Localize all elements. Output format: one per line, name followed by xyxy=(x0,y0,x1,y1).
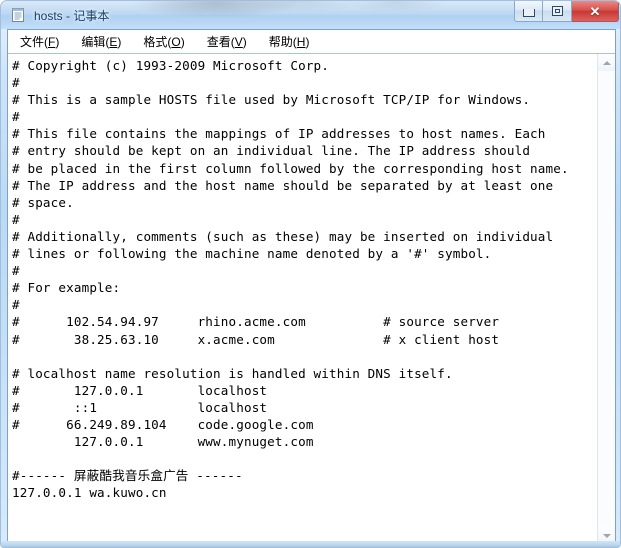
scroll-up-button[interactable] xyxy=(598,54,615,71)
menu-item-format-label: 格式 xyxy=(143,34,168,49)
menu-item-view-label: 查看 xyxy=(206,34,231,49)
menu-item-format-accel: O xyxy=(171,34,181,49)
vertical-scrollbar[interactable] xyxy=(597,54,615,542)
menu-item-help-accel: H xyxy=(296,34,306,49)
menu-item-help[interactable]: 帮助(H) xyxy=(267,32,312,51)
text-editor[interactable]: # Copyright (c) 1993-2009 Microsoft Corp… xyxy=(8,54,597,542)
window-title: hosts - 记事本 xyxy=(34,8,110,23)
menu-item-edit-accel: E xyxy=(109,34,118,49)
scrollbar-track[interactable] xyxy=(598,71,615,527)
menu-item-file-accel: F xyxy=(48,34,56,49)
scroll-down-arrow-icon xyxy=(602,533,611,538)
menu-item-view-accel: V xyxy=(234,34,243,49)
restore-icon xyxy=(551,6,563,16)
window-client-area: 文件(F) 编辑(E) 格式(O) 查看(V) 帮助(H) # Copyrigh… xyxy=(7,29,616,543)
maximize-restore-button[interactable] xyxy=(543,1,572,22)
editor-region: # Copyright (c) 1993-2009 Microsoft Corp… xyxy=(8,53,615,542)
notepad-window: hosts - 记事本 ✕ 文件(F) 编辑(E) 格式(O) 查看(V) 帮助… xyxy=(0,0,621,548)
window-frame-bottom xyxy=(1,541,620,547)
menu-item-file[interactable]: 文件(F) xyxy=(18,32,61,51)
menu-item-help-label: 帮助 xyxy=(268,34,293,49)
menu-item-edit-label: 编辑 xyxy=(81,34,106,49)
scroll-up-arrow-icon xyxy=(602,60,611,65)
close-icon: ✕ xyxy=(589,3,601,19)
menu-item-edit[interactable]: 编辑(E) xyxy=(79,32,123,51)
menu-item-format[interactable]: 格式(O) xyxy=(141,32,186,51)
window-controls: ✕ xyxy=(514,1,619,22)
notepad-icon xyxy=(10,7,26,23)
menu-item-view[interactable]: 查看(V) xyxy=(205,32,249,51)
close-button[interactable]: ✕ xyxy=(572,1,619,22)
hosts-file-text[interactable]: # Copyright (c) 1993-2009 Microsoft Corp… xyxy=(12,57,597,501)
minimize-icon xyxy=(522,8,535,17)
menu-bar: 文件(F) 编辑(E) 格式(O) 查看(V) 帮助(H) xyxy=(8,30,615,53)
menu-item-file-label: 文件 xyxy=(20,34,45,49)
title-bar[interactable]: hosts - 记事本 ✕ xyxy=(1,1,620,29)
minimize-button[interactable] xyxy=(514,1,543,22)
